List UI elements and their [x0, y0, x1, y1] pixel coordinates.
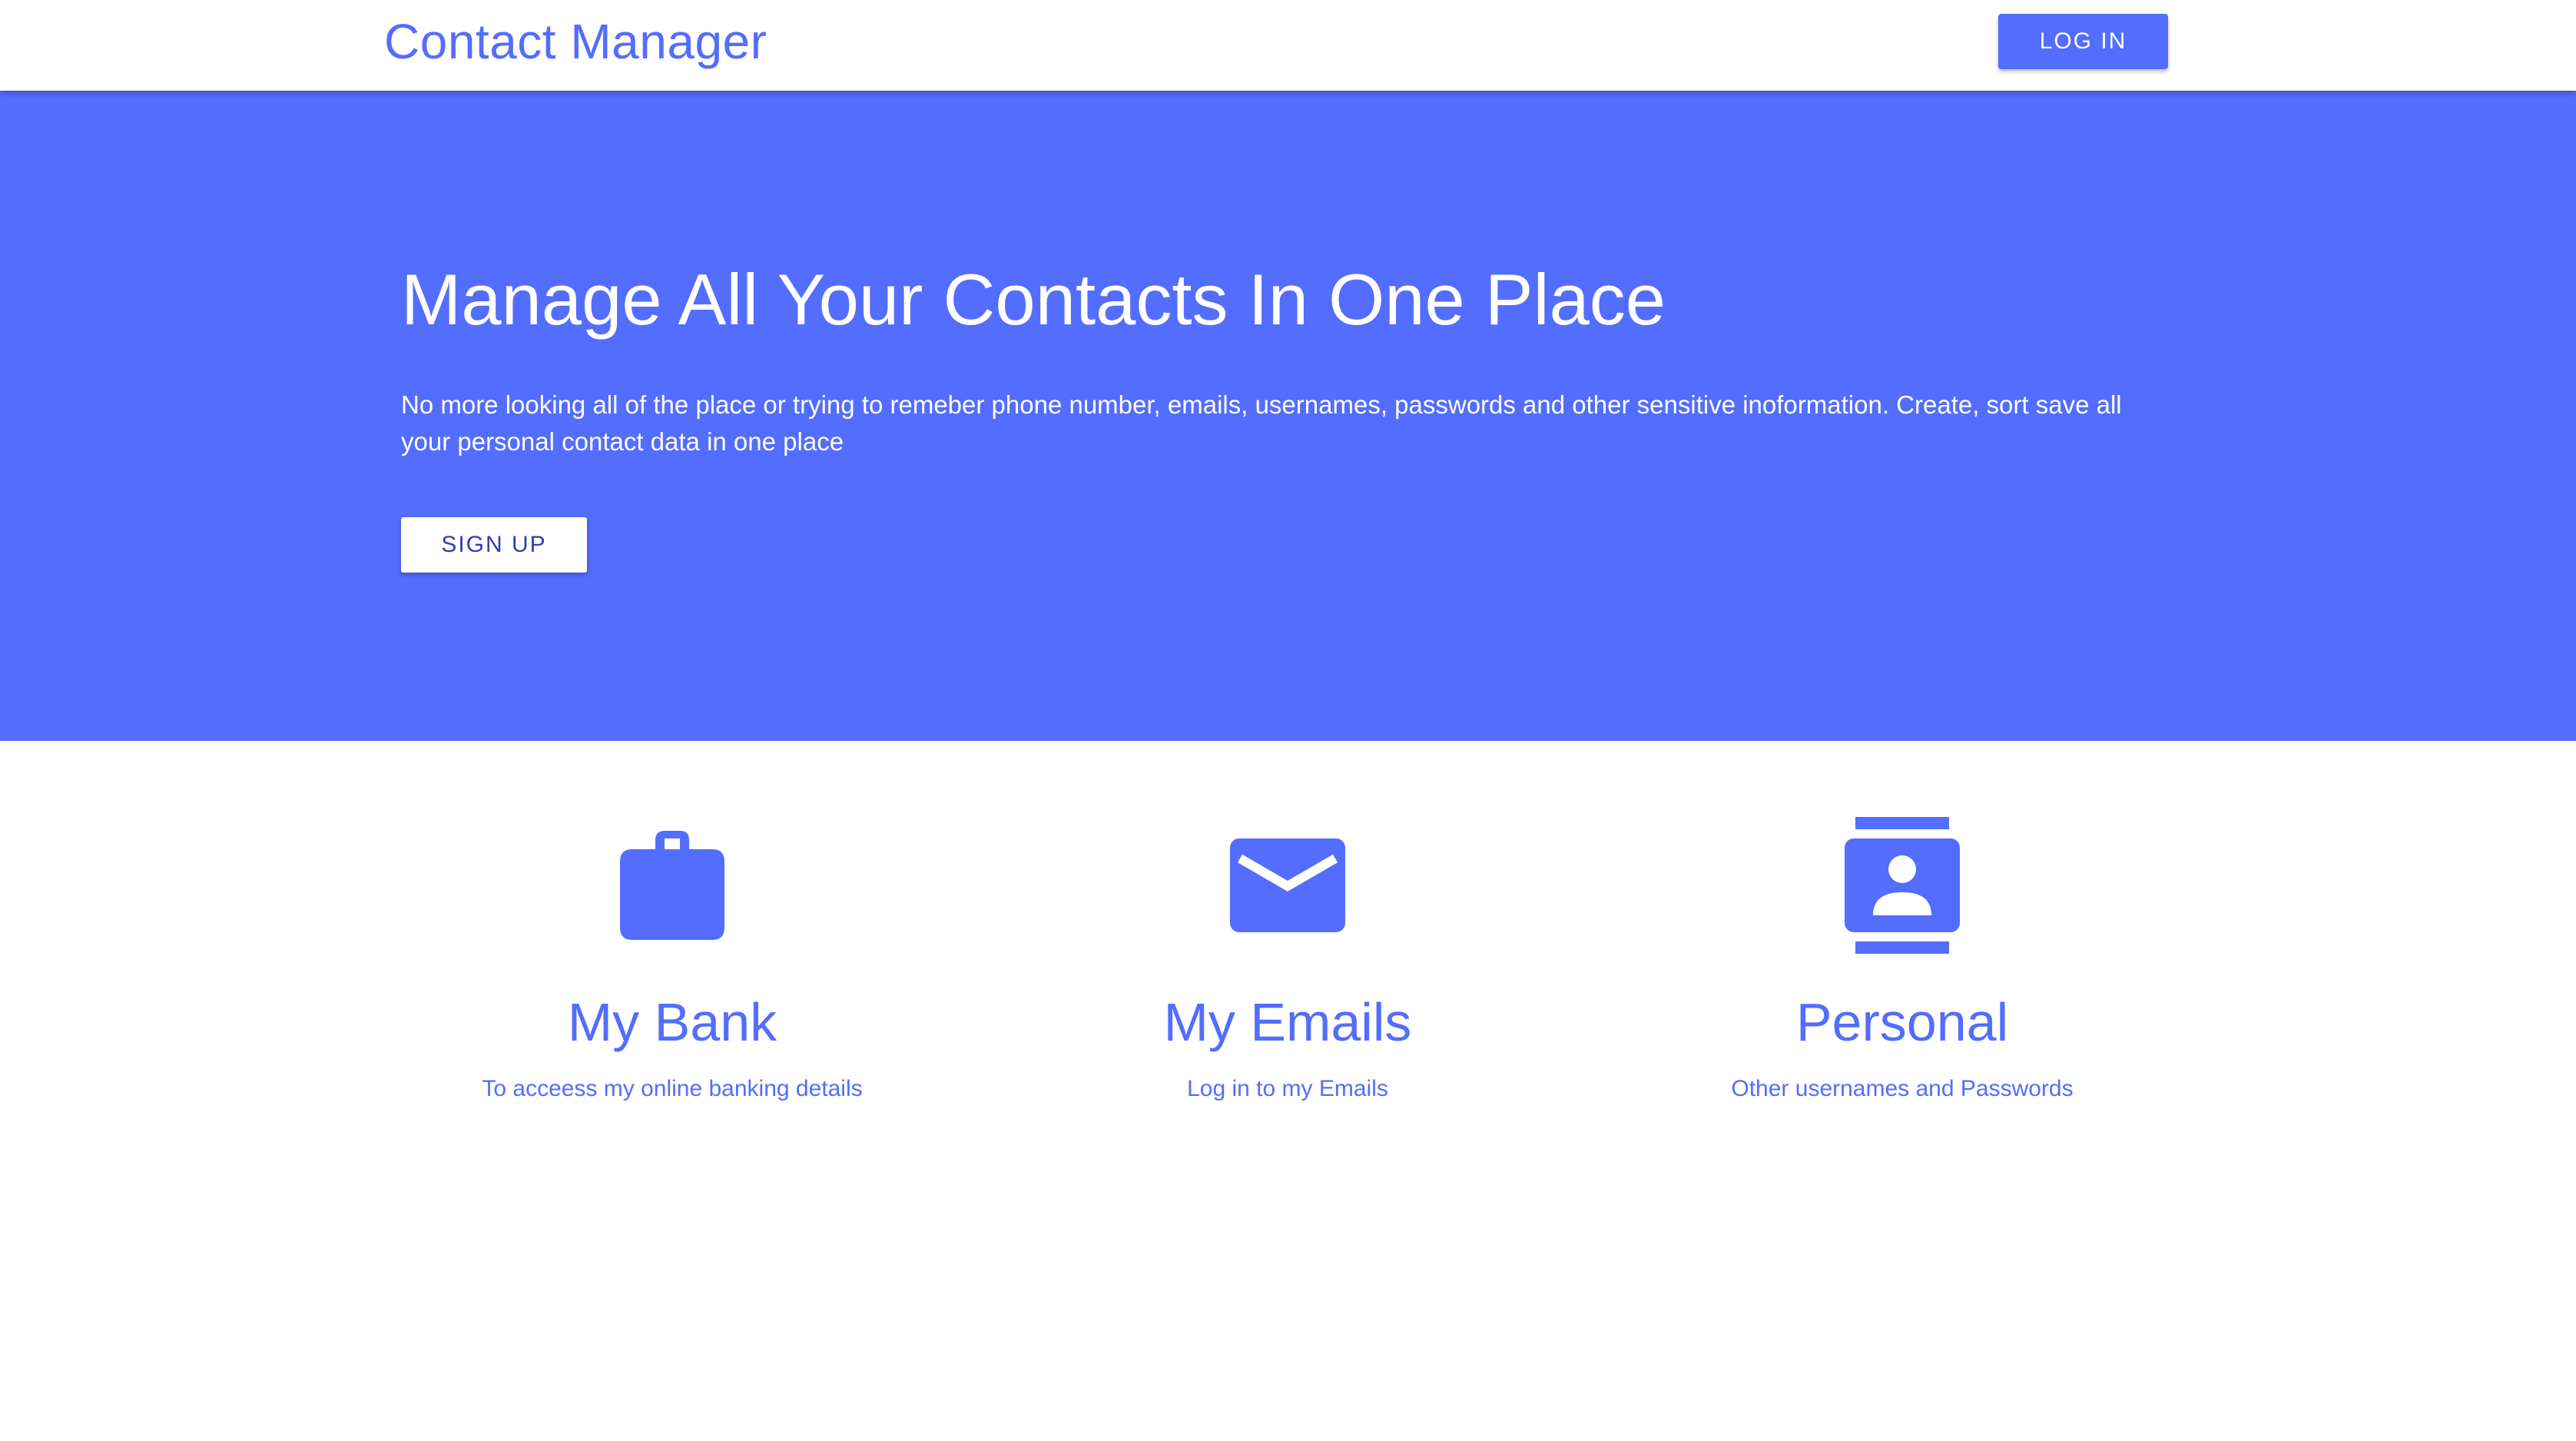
feature-card-emails: My Emails Log in to my Emails: [1019, 811, 1557, 1101]
hero-section: Manage All Your Contacts In One Place No…: [0, 91, 2576, 741]
briefcase-icon: [620, 831, 724, 940]
top-nav-bar: Contact Manager LOG IN: [0, 0, 2576, 91]
feature-title: My Emails: [1163, 992, 1412, 1052]
brand-title[interactable]: Contact Manager: [384, 11, 767, 72]
hero-title: Manage All Your Contacts In One Place: [401, 259, 1666, 340]
envelope-icon: [1230, 838, 1345, 932]
feature-description: Other usernames and Passwords: [1731, 1076, 2074, 1101]
feature-description: To acceess my online banking details: [482, 1076, 863, 1101]
signup-button[interactable]: SIGN UP: [401, 517, 587, 573]
feature-description: Log in to my Emails: [1187, 1076, 1388, 1101]
feature-title: My Bank: [567, 992, 777, 1052]
contacts-icon: [1845, 817, 1960, 954]
feature-card-personal: Personal Other usernames and Passwords: [1633, 811, 2171, 1101]
login-button[interactable]: LOG IN: [1998, 14, 2168, 69]
hero-description: No more looking all of the place or tryi…: [401, 390, 2122, 456]
feature-card-bank: My Bank To acceess my online banking det…: [403, 811, 941, 1101]
feature-title: Personal: [1795, 992, 2009, 1052]
